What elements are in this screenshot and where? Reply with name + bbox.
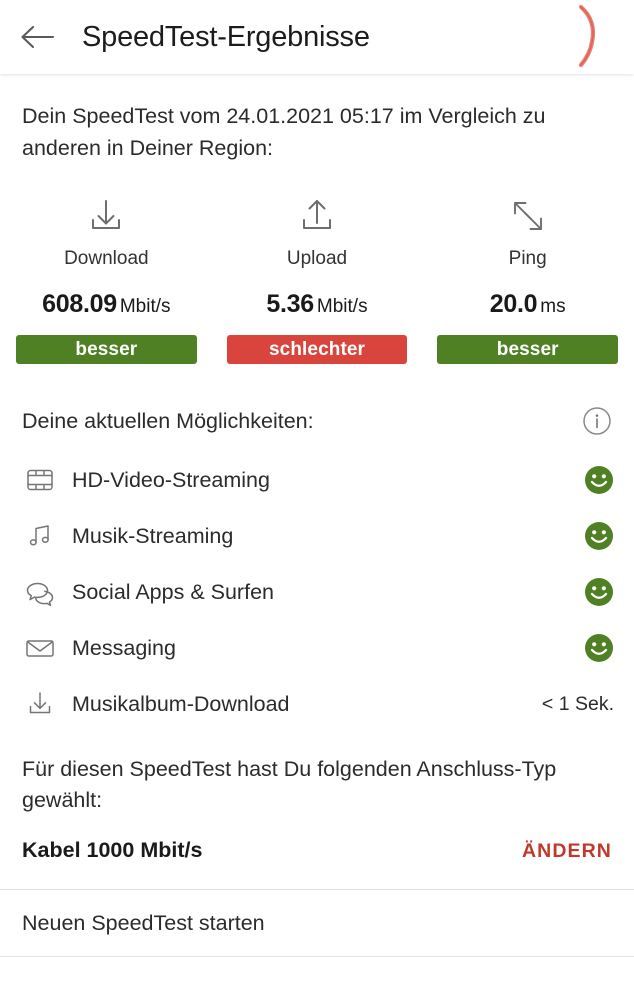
list-item-status [572, 577, 616, 607]
smiley-happy-icon [585, 466, 613, 494]
app-bar: SpeedTest-Ergebnisse [0, 0, 634, 74]
download-icon [85, 194, 127, 238]
metric-unit: Mbit/s [119, 296, 171, 317]
metric-value: 5.36 Mbit/s [266, 290, 367, 319]
metric-label: Upload [286, 248, 348, 269]
connection-description: Für diesen SpeedTest hast Du folgenden A… [22, 757, 557, 812]
comparison-badge: besser [437, 335, 619, 364]
duration-text: < 1 Sek. [541, 692, 614, 715]
upload-icon [296, 194, 338, 238]
list-item-label: Musikalbum-Download [72, 691, 290, 716]
list-item-status [572, 465, 616, 495]
metric-number: 608.09 [42, 290, 117, 318]
list-item-label: Social Apps & Surfen [72, 579, 274, 604]
ping-arrows-icon [507, 194, 549, 238]
music-note-icon [18, 521, 62, 551]
list-item-label: Messaging [72, 635, 176, 660]
back-button[interactable] [0, 0, 74, 74]
capabilities-header: Deine aktuellen Möglichkeiten: [22, 406, 612, 436]
list-item: Social Apps & Surfen [18, 564, 616, 620]
metric-upload: Upload 5.36 Mbit/s schlechter [226, 194, 408, 364]
speedtest-results-screen: SpeedTest-Ergebnisse Dein SpeedTest vom … [0, 0, 634, 999]
connection-row: Kabel 1000 Mbit/s ÄNDERN [22, 838, 612, 863]
envelope-icon [18, 633, 62, 663]
metric-value: 20.0 ms [490, 290, 566, 319]
list-item: Musik-Streaming [18, 508, 616, 564]
comparison-badge: besser [16, 335, 197, 364]
download-icon [18, 689, 62, 719]
comparison-badge: schlechter [226, 335, 408, 364]
metric-number: 5.36 [266, 290, 314, 318]
smiley-happy-icon [585, 522, 613, 550]
chat-bubbles-icon [18, 577, 62, 607]
smiley-happy-icon [585, 634, 613, 662]
connection-value: Kabel 1000 Mbit/s [22, 838, 203, 862]
metric-download: Download 608.09 Mbit/s besser [16, 194, 197, 364]
arrow-left-icon [18, 22, 56, 52]
intro-text: Dein SpeedTest vom 24.01.2021 05:17 im V… [22, 104, 546, 160]
red-annotation-stroke [578, 4, 596, 68]
divider-bottom [0, 956, 634, 957]
smiley-happy-icon [585, 578, 613, 606]
page-title: SpeedTest-Ergebnisse [82, 20, 370, 53]
list-item-label: Musik-Streaming [72, 523, 234, 548]
list-item-status [572, 521, 616, 551]
metric-unit: ms [540, 296, 566, 317]
metrics-row: Download 608.09 Mbit/s besser Upload 5.36… [0, 194, 634, 364]
change-connection-button[interactable]: ÄNDERN [522, 840, 612, 863]
start-new-speedtest-label: Neuen SpeedTest starten [22, 910, 265, 935]
start-new-speedtest-button[interactable]: Neuen SpeedTest starten [0, 890, 634, 956]
film-strip-icon [18, 465, 62, 495]
metric-number: 20.0 [489, 290, 538, 318]
list-item-status: < 1 Sek. [542, 693, 616, 716]
capabilities-list: HD-Video-Streaming Musik-Streaming Socia… [18, 452, 616, 732]
info-circle-icon[interactable] [582, 406, 612, 436]
metric-label: Ping [508, 248, 547, 269]
metric-value: 608.09 Mbit/s [42, 290, 170, 319]
capabilities-title: Deine aktuellen Möglichkeiten: [22, 408, 314, 433]
metric-ping: Ping 20.0 ms besser [437, 194, 619, 364]
list-item: Messaging [18, 620, 616, 676]
list-item-label: HD-Video-Streaming [72, 467, 270, 492]
metric-unit: Mbit/s [316, 296, 368, 317]
list-item: HD-Video-Streaming [18, 452, 616, 508]
list-item-status [572, 633, 616, 663]
metric-label: Download [64, 248, 149, 269]
list-item: Musikalbum-Download < 1 Sek. [18, 676, 616, 732]
